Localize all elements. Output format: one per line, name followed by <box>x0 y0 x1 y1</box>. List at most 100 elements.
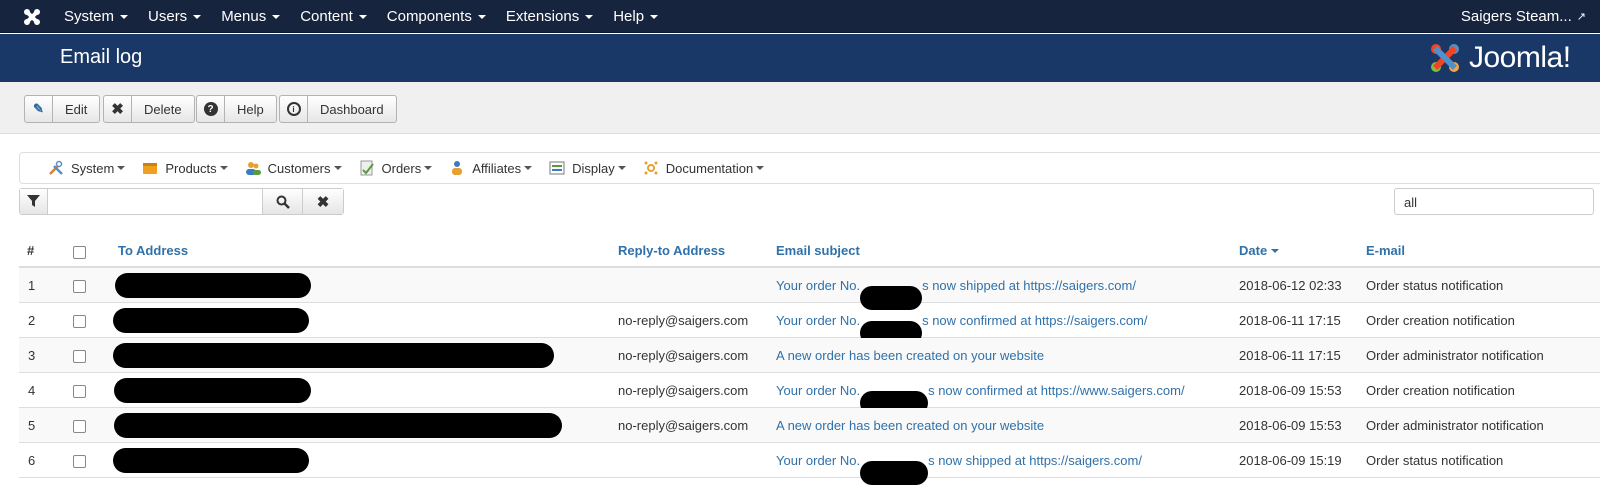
header-date[interactable]: Date <box>1239 243 1280 258</box>
subject-suffix: s now confirmed at https://www.saigers.c… <box>928 383 1185 398</box>
cmenu-affiliates[interactable]: Affiliates <box>449 160 533 176</box>
row-num: 5 <box>28 418 36 433</box>
chevron-down-icon <box>219 166 228 170</box>
row-checkbox[interactable] <box>73 420 86 433</box>
filter-bar: ✖ <box>19 188 344 215</box>
redacted-to-address <box>113 343 554 368</box>
redacted-to-address <box>113 308 309 333</box>
redacted-to-address <box>114 413 562 438</box>
header-email[interactable]: E-mail <box>1366 243 1405 258</box>
edit-button[interactable]: ✎ Edit <box>24 95 101 123</box>
row-checkbox[interactable] <box>73 280 86 293</box>
row-email-type: Order administrator notification <box>1366 418 1544 433</box>
row-subject-link[interactable]: A new order has been created on your web… <box>776 418 1044 433</box>
menu-help[interactable]: Help <box>603 8 668 25</box>
subject-prefix: Your order No. <box>776 278 861 293</box>
row-email-type: Order status notification <box>1366 278 1504 293</box>
header-to-address[interactable]: To Address <box>118 243 188 258</box>
chevron-down-icon <box>120 14 129 19</box>
row-subject-link[interactable]: Your order No. s now confirmed at https:/… <box>776 383 1185 415</box>
table-row[interactable]: 2 no-reply@saigers.com Your order No. s n… <box>19 303 1600 345</box>
row-checkbox[interactable] <box>73 385 86 398</box>
cmenu-label: Documentation <box>665 160 754 176</box>
delete-button[interactable]: ✖ Delete <box>103 95 195 123</box>
clear-button[interactable]: ✖ <box>303 189 343 214</box>
dashboard-button[interactable]: i Dashboard <box>279 95 397 123</box>
menu-system[interactable]: System <box>54 8 138 25</box>
cmenu-products[interactable]: Products <box>142 160 228 176</box>
row-subject-link[interactable]: Your order No. s now confirmed at https:/… <box>776 313 1148 345</box>
header-date-label: Date <box>1239 243 1268 258</box>
row-checkbox[interactable] <box>73 350 86 363</box>
list-limit-select[interactable]: all <box>1394 188 1594 215</box>
subject-prefix: Your order No. <box>776 313 861 328</box>
email-log-table: # To Address Reply-to Address Email subj… <box>19 232 1600 485</box>
cmenu-label: Affiliates <box>472 160 522 176</box>
table-row[interactable]: 6 Your order No. s now shipped at https:/… <box>19 443 1600 485</box>
info-icon: i <box>280 96 308 122</box>
table-row[interactable]: 3 no-reply@saigers.com A new order has b… <box>19 338 1600 373</box>
menu-users[interactable]: Users <box>138 8 211 25</box>
display-icon <box>549 161 565 175</box>
row-date: 2018-06-09 15:19 <box>1239 453 1342 468</box>
header-reply-to[interactable]: Reply-to Address <box>618 243 725 258</box>
users-icon <box>245 162 261 175</box>
menu-components[interactable]: Components <box>377 8 496 25</box>
component-menu: System Products Customers Orders Affilia… <box>19 152 1600 184</box>
row-checkbox[interactable] <box>73 455 86 468</box>
row-checkbox[interactable] <box>73 315 86 328</box>
menu-menus[interactable]: Menus <box>211 8 290 25</box>
external-link-icon: ↗ <box>1576 11 1586 23</box>
dashboard-label: Dashboard <box>320 101 384 117</box>
cmenu-label: Display <box>572 160 615 176</box>
row-subject-link[interactable]: Your order No. s now shipped at https://s… <box>776 453 1142 485</box>
row-date: 2018-06-11 17:15 <box>1239 313 1341 328</box>
chevron-down-icon <box>117 166 126 170</box>
chevron-down-icon <box>358 14 367 19</box>
cmenu-orders[interactable]: Orders <box>359 160 433 176</box>
table-row[interactable]: 1 Your order No. s now shipped at https:/… <box>19 268 1600 310</box>
menu-label: Users <box>148 8 188 25</box>
header-subject[interactable]: Email subject <box>776 243 860 258</box>
help-button[interactable]: ? Help <box>196 95 277 123</box>
select-all-checkbox[interactable] <box>73 246 86 259</box>
affiliates-icon <box>452 161 463 175</box>
cmenu-display[interactable]: Display <box>549 160 626 176</box>
table-row[interactable]: 5 no-reply@saigers.com A new order has b… <box>19 408 1600 443</box>
menu-content[interactable]: Content <box>290 8 377 25</box>
filter-icon <box>27 195 40 207</box>
search-input[interactable] <box>47 189 263 214</box>
chevron-down-icon <box>756 166 765 170</box>
close-icon: ✖ <box>104 96 132 122</box>
redacted-to-address <box>115 273 311 298</box>
chevron-down-icon <box>585 14 594 19</box>
site-link[interactable]: Saigers Steam... ↗ <box>1461 0 1586 33</box>
filter-options-button[interactable] <box>20 189 47 214</box>
edit-label: Edit <box>65 101 88 117</box>
row-reply-to: no-reply@saigers.com <box>618 348 749 363</box>
chevron-down-icon <box>617 166 626 170</box>
search-button[interactable] <box>263 189 303 214</box>
header-num: # <box>27 243 35 258</box>
row-date: 2018-06-12 02:33 <box>1239 278 1342 293</box>
row-num: 6 <box>28 453 36 468</box>
chevron-down-icon <box>424 166 433 170</box>
row-date: 2018-06-09 15:53 <box>1239 383 1342 398</box>
menu-label: Menus <box>221 8 267 25</box>
row-subject-link[interactable]: Your order No. s now shipped at https://s… <box>776 278 1136 310</box>
table-row[interactable]: 4 no-reply@saigers.com Your order No. s n… <box>19 373 1600 415</box>
question-icon: ? <box>197 96 225 122</box>
box-icon <box>143 163 158 174</box>
subject-suffix: s now confirmed at https://saigers.com/ <box>922 313 1148 328</box>
cmenu-documentation[interactable]: Documentation <box>643 160 765 176</box>
redacted-to-address <box>114 378 311 403</box>
cmenu-customers[interactable]: Customers <box>245 160 342 176</box>
row-num: 4 <box>28 383 36 398</box>
menu-extensions[interactable]: Extensions <box>496 8 603 25</box>
chevron-down-icon <box>650 14 659 19</box>
menu-label: Extensions <box>505 8 580 25</box>
joomla-logo-icon <box>1431 44 1459 72</box>
joomla-icon[interactable] <box>22 7 42 27</box>
cmenu-system[interactable]: System <box>48 160 126 176</box>
row-subject-link[interactable]: A new order has been created on your web… <box>776 348 1044 363</box>
